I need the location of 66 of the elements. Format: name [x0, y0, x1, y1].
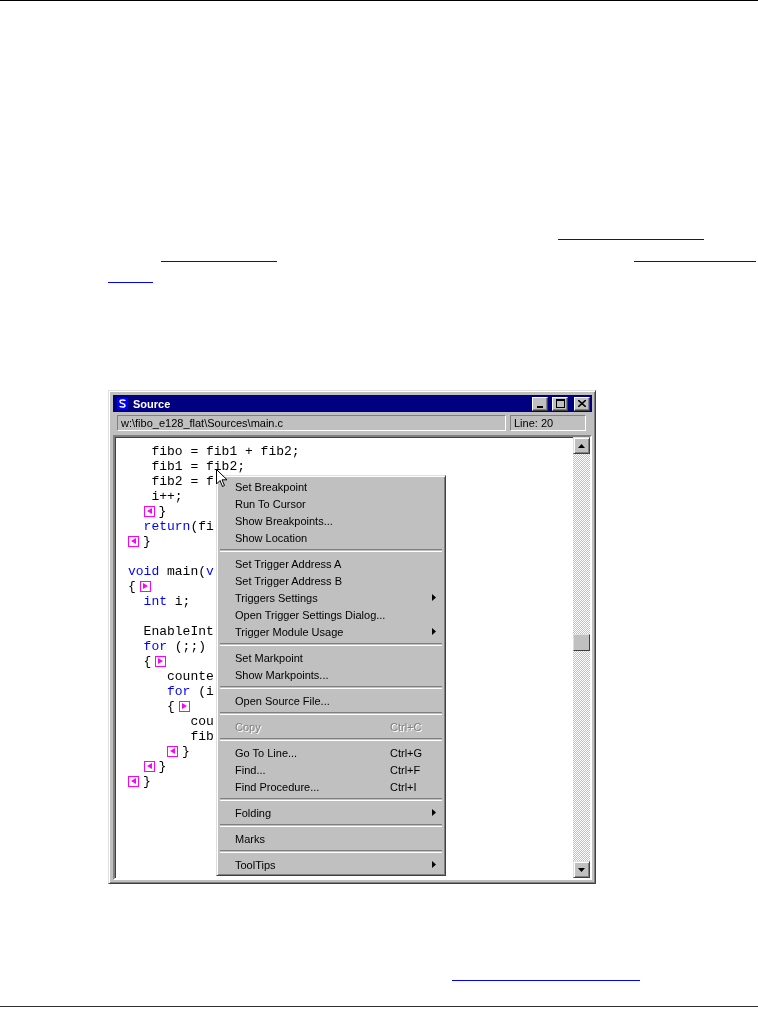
line-number-field: Line: 20 — [510, 415, 586, 431]
fold-marker-icon[interactable] — [155, 656, 167, 667]
menu-item[interactable]: Open Trigger Settings Dialog... — [219, 606, 443, 623]
menu-item[interactable]: Run To Cursor — [219, 495, 443, 512]
shortcut-label: Ctrl+F — [390, 763, 422, 776]
menu-item[interactable]: Find... Ctrl+F — [219, 761, 443, 778]
code-line: fib — [190, 729, 214, 744]
menu-item[interactable]: ToolTips — [219, 856, 443, 873]
fold-marker-icon[interactable] — [128, 536, 139, 547]
code-line: fibo = fib1 + fib2; — [151, 444, 300, 459]
code-line: int i; — [143, 594, 191, 609]
file-path-field: w:\fibo_e128_flat\Sources\main.c — [117, 415, 506, 431]
code-line: { — [128, 579, 136, 594]
menu-item[interactable]: Show Markpoints... — [219, 666, 443, 683]
fold-marker-icon[interactable] — [143, 761, 155, 772]
menu-item[interactable]: Marks — [219, 830, 443, 847]
menu-item[interactable]: Show Breakpoints... — [219, 512, 443, 529]
shortcut-label: Ctrl+C — [390, 720, 423, 733]
code-line: fib1 = fib2; — [151, 459, 246, 474]
scroll-thumb[interactable] — [573, 634, 590, 651]
menu-item[interactable]: Show Location — [219, 529, 443, 546]
code-line: for (;;) — [143, 639, 207, 654]
close-icon — [578, 400, 586, 407]
code-line: } — [158, 504, 167, 519]
code-line: cou — [190, 714, 214, 729]
menu-item[interactable]: Find Procedure... Ctrl+I — [219, 778, 443, 795]
fold-marker-icon[interactable] — [167, 746, 178, 757]
code-line: } — [158, 759, 167, 774]
menu-item[interactable]: Set Markpoint — [219, 649, 443, 666]
shortcut-label: Ctrl+I — [390, 780, 418, 793]
shortcut-label: Ctrl+G — [390, 746, 424, 759]
code-line: } — [143, 774, 151, 789]
code-line: counte — [167, 669, 214, 684]
menu-item[interactable]: Set Breakpoint — [219, 478, 443, 495]
menu-item[interactable]: Triggers Settings — [219, 589, 443, 606]
minimize-icon — [537, 405, 543, 408]
code-line: { — [143, 654, 152, 669]
code-line: } — [143, 534, 151, 549]
code-line: void main(v — [128, 564, 214, 579]
menu-item[interactable]: Set Trigger Address B — [219, 572, 443, 589]
menu-item[interactable]: Set Trigger Address A — [219, 555, 443, 572]
code-line: fib2 = f — [151, 474, 214, 489]
vertical-scrollbar[interactable] — [573, 437, 590, 878]
menu-item[interactable]: Open Source File... — [219, 692, 443, 709]
code-line: { — [167, 699, 175, 714]
window-title: Source — [133, 397, 172, 410]
down-arrow-icon — [578, 867, 585, 872]
maximize-button[interactable] — [552, 396, 568, 411]
close-button[interactable] — [574, 396, 590, 411]
scroll-down-button[interactable] — [573, 861, 590, 878]
menu-item[interactable]: Folding — [219, 804, 443, 821]
code-line: return(fi — [143, 519, 214, 534]
code-line: EnableInt — [143, 624, 214, 639]
code-line: } — [182, 744, 190, 759]
menu-item[interactable]: Trigger Module Usage — [219, 623, 443, 640]
code-line: i++; — [151, 489, 183, 504]
fold-marker-icon[interactable] — [128, 776, 139, 787]
minimize-button[interactable] — [532, 396, 548, 411]
maximize-icon — [555, 399, 565, 408]
code-line: for (i — [167, 684, 214, 699]
scroll-up-button[interactable] — [573, 437, 590, 454]
fold-marker-icon[interactable] — [143, 506, 155, 517]
fold-marker-icon[interactable] — [178, 701, 190, 712]
menu-item[interactable]: Go To Line... Ctrl+G — [219, 744, 443, 761]
fold-marker-icon[interactable] — [139, 581, 151, 592]
up-arrow-icon — [578, 443, 585, 448]
